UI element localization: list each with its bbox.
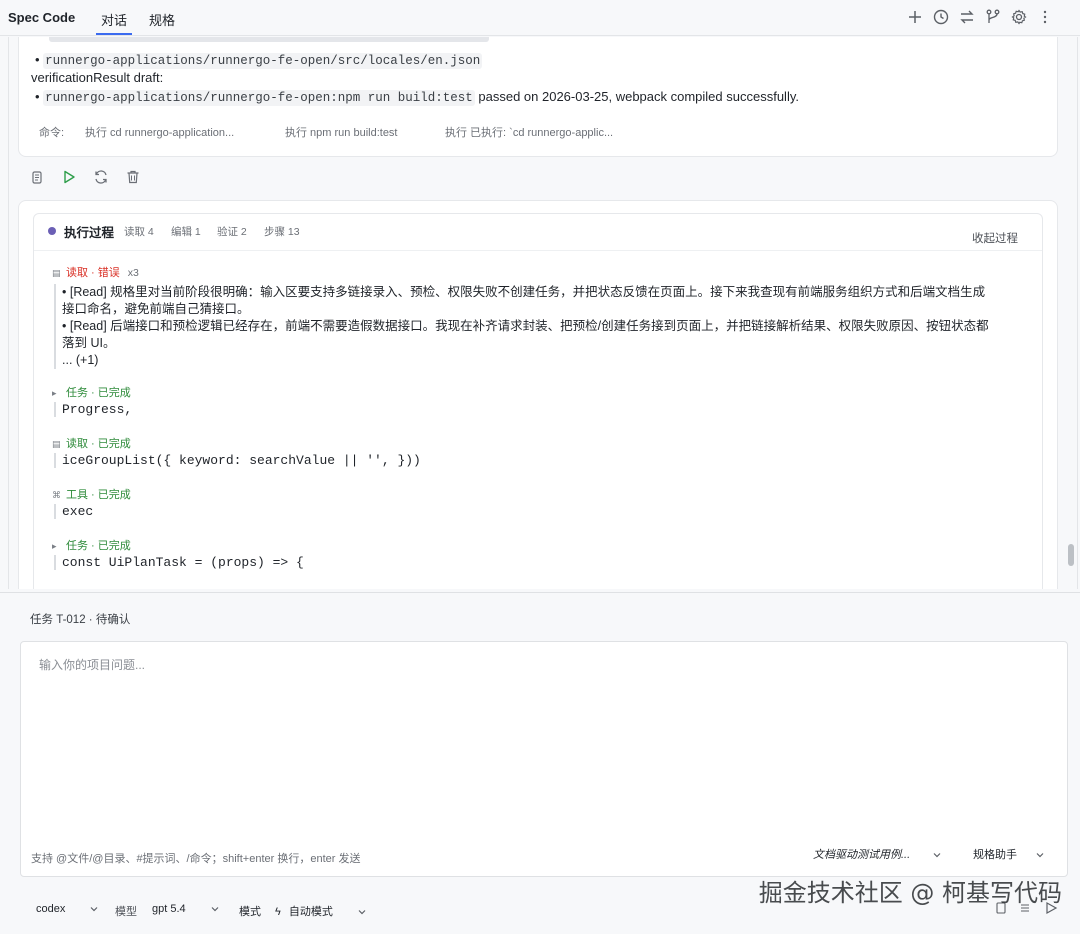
process-card: 执行过程 读取 4 编辑 1 验证 2 步骤 13 收起过程 ▤ 读取 · 错误 x… <box>18 200 1058 589</box>
caret-icon: ▸ <box>52 388 57 398</box>
model-label: 模型 <box>115 906 137 918</box>
active-tab-indicator <box>96 33 132 35</box>
more-indicator[interactable]: ... (+1) <box>62 352 989 369</box>
watermark: 掘金技术社区 @ 柯基写代码 <box>758 879 1062 907</box>
task-status: 任务 T-012 · 待确认 <box>30 614 131 626</box>
truncated-line <box>49 37 489 42</box>
detail-line: • [Read] 后端接口和预检逻辑已经存在，前端不需要造假数据接口。我现在补齐… <box>62 319 989 333</box>
command-icon: ⌘ <box>52 490 61 500</box>
divider <box>34 250 1042 251</box>
code-snippet: exec <box>62 504 94 519</box>
step-label[interactable]: ▸ 任务 · 已完成 <box>52 384 131 400</box>
lightning-icon: ϟ <box>275 906 281 918</box>
input-hint: 支持 @文件/@目录、#提示词、/命令；shift+enter 换行，enter… <box>31 853 361 865</box>
step-label[interactable]: ▸ 任务 · 已完成 <box>52 537 131 553</box>
detail-line: 落到 UI。 <box>62 336 116 350</box>
chevron-down-icon <box>209 903 221 915</box>
step-detail: const UiPlanTask = (props) => { <box>54 555 304 570</box>
history-icon[interactable] <box>932 8 950 26</box>
caret-icon: ▸ <box>52 541 57 551</box>
step-detail: iceGroupList({ keyword: searchValue || '… <box>54 453 421 468</box>
process-panel: 执行过程 读取 4 编辑 1 验证 2 步骤 13 收起过程 ▤ 读取 · 错误 x… <box>33 213 1043 589</box>
app-title: Spec Code <box>8 10 76 25</box>
process-title: 执行过程 <box>64 226 115 240</box>
status-dot <box>48 227 56 235</box>
assistant-select[interactable]: 规格助手 <box>973 846 1046 866</box>
plus-icon[interactable] <box>906 8 924 26</box>
chevron-down-icon <box>1034 849 1046 861</box>
commands-label: 命令: <box>39 127 65 139</box>
repeat-count: x3 <box>127 267 139 279</box>
branch-icon[interactable] <box>984 8 1002 26</box>
command-item[interactable]: 执行 已执行: `cd runnergo-applic... <box>445 124 613 140</box>
conversation-scroll-area[interactable]: • runnergo-applications/runnergo-fe-open… <box>8 37 1078 589</box>
scrollbar-thumb[interactable] <box>1068 544 1074 566</box>
file-path: runnergo-applications/runnergo-fe-open/s… <box>43 53 483 69</box>
tab-spec[interactable]: 规格 <box>149 10 175 29</box>
step-detail: exec <box>54 504 93 519</box>
swap-icon[interactable] <box>958 8 976 26</box>
read-icon: ▤ <box>52 268 61 278</box>
verification-heading: verificationResult draft: <box>31 70 164 85</box>
prompt-box: 支持 @文件/@目录、#提示词、/命令；shift+enter 换行，enter… <box>20 641 1068 877</box>
stat-read: 读取 4 <box>124 226 154 238</box>
stat-steps: 步骤 13 <box>264 226 300 238</box>
detail-line: 接口命名，避免前端自己猜接口。 <box>62 302 250 316</box>
copy-icon[interactable] <box>29 169 45 185</box>
chevron-down-icon <box>88 903 100 915</box>
collapse-process-button[interactable]: 收起过程 <box>972 230 1018 246</box>
verification-item: • runnergo-applications/runnergo-fe-open… <box>35 89 799 106</box>
code-snippet: Progress, <box>62 402 133 417</box>
composer: 任务 T-012 · 待确认 支持 @文件/@目录、#提示词、/命令；shift… <box>0 592 1080 934</box>
prompt-input[interactable] <box>31 650 1057 836</box>
step-label[interactable]: ▤ 读取 · 已完成 <box>52 435 131 451</box>
step-label[interactable]: ▤ 读取 · 错误 x3 <box>52 264 139 280</box>
run-icon[interactable] <box>61 169 77 185</box>
template-select[interactable]: 文档驱动测试用例... <box>813 846 943 866</box>
step-label[interactable]: ⌘ 工具 · 已完成 <box>52 486 131 502</box>
top-bar: Spec Code 对话 规格 <box>0 0 1080 36</box>
stat-edit: 编辑 1 <box>171 226 201 238</box>
refresh-icon[interactable] <box>93 169 109 185</box>
result-card: • runnergo-applications/runnergo-fe-open… <box>18 37 1058 157</box>
model-select[interactable]: gpt 5.4 <box>152 903 221 915</box>
verification-text: passed on 2026-03-25, webpack compiled s… <box>478 89 799 104</box>
mode-select[interactable]: ϟ 自动模式 <box>275 903 368 919</box>
read-icon: ▤ <box>52 439 61 449</box>
stat-verify: 验证 2 <box>217 226 247 238</box>
file-list-item: • runnergo-applications/runnergo-fe-open… <box>35 52 483 69</box>
step-detail: Progress, <box>54 402 132 417</box>
code-snippet: const UiPlanTask = (props) => { <box>62 555 304 570</box>
chevron-down-icon <box>931 849 943 861</box>
verification-command: runnergo-applications/runnergo-fe-open:n… <box>43 90 475 106</box>
more-icon[interactable] <box>1036 8 1054 26</box>
gear-icon[interactable] <box>1010 8 1028 26</box>
tab-chat[interactable]: 对话 <box>101 10 127 29</box>
chevron-down-icon <box>356 906 368 918</box>
delete-icon[interactable] <box>125 169 141 185</box>
step-detail: • [Read] 规格里对当前阶段很明确：输入区要支持多链接录入、预检、权限失败… <box>54 284 989 369</box>
command-item[interactable]: 执行 npm run build:test <box>285 124 398 140</box>
mode-label: 模式 <box>239 906 261 918</box>
command-item[interactable]: 执行 cd runnergo-application... <box>85 124 234 140</box>
detail-line: • [Read] 规格里对当前阶段很明确：输入区要支持多链接录入、预检、权限失败… <box>62 285 986 299</box>
code-snippet: iceGroupList({ keyword: searchValue || '… <box>62 453 421 468</box>
agent-select[interactable]: codex <box>36 903 100 915</box>
